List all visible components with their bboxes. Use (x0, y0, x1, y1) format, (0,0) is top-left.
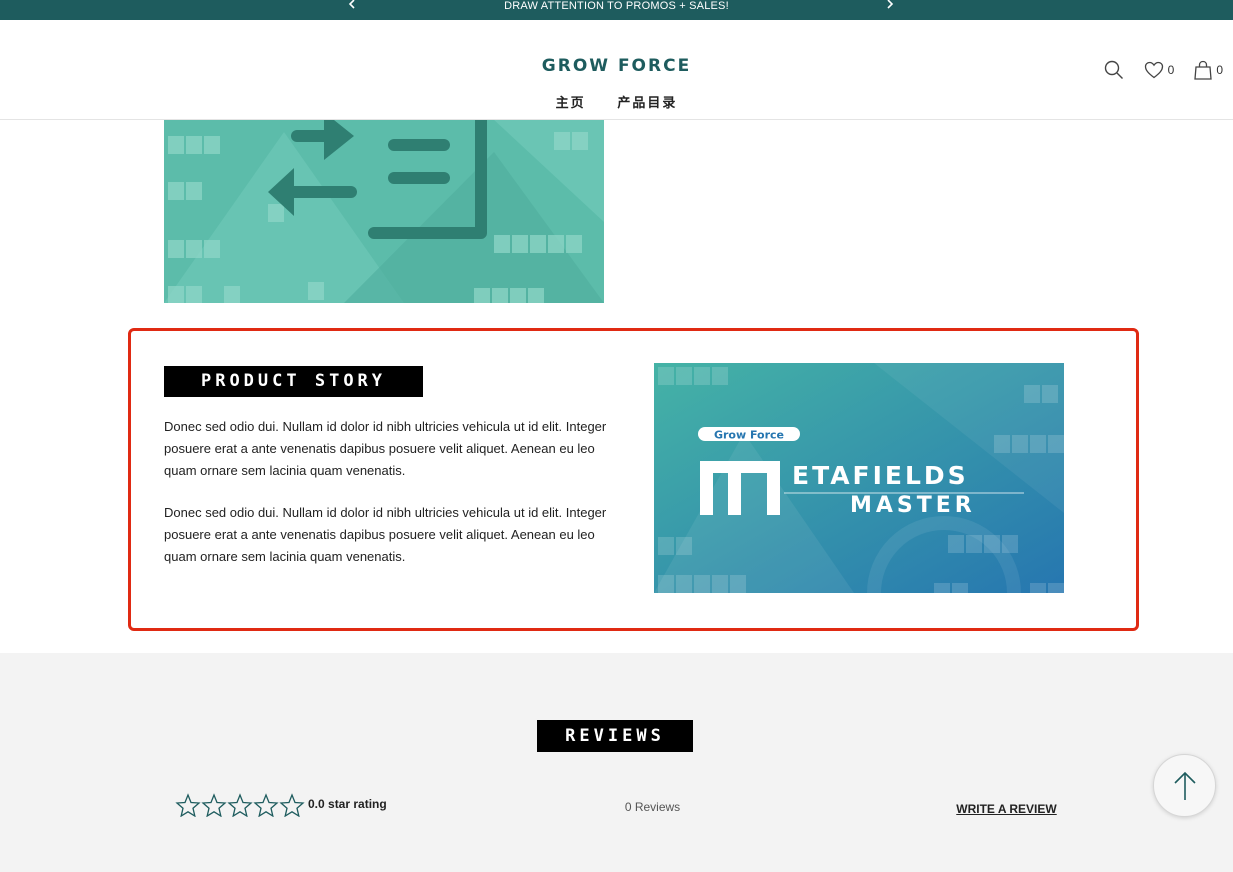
cart-count: 0 (1216, 63, 1223, 77)
product-story-heading: PRODUCT STORY (164, 366, 423, 397)
product-image-transfer (164, 92, 604, 303)
site-logo[interactable]: GROW FORCE (0, 56, 1233, 76)
site-header: GROW FORCE 主页 产品目录 0 0 (0, 20, 1233, 120)
star-empty-icon (227, 793, 253, 817)
search-button[interactable] (1104, 60, 1124, 80)
bag-icon (1194, 60, 1213, 80)
nav-item-home[interactable]: 主页 (556, 92, 586, 111)
review-count: 0 Reviews (624, 800, 681, 814)
promo-next-button[interactable] (885, 0, 895, 14)
banner-brand: Grow Force (714, 429, 784, 442)
story-paragraph: Donec sed odio dui. Nullam id dolor id n… (164, 419, 607, 478)
wishlist-count: 0 (1167, 63, 1175, 77)
arrow-up-icon (1173, 771, 1196, 800)
star-empty-icon (175, 793, 201, 817)
header-icons: 0 0 (1084, 60, 1223, 80)
main-nav: 主页 产品目录 (0, 92, 1233, 111)
reviews-heading: REVIEWS (537, 720, 693, 752)
banner-title-line2: MASTER (850, 493, 976, 518)
rating-text: 0.0 star rating (308, 797, 387, 811)
banner-title-line1: ETAFIELDS (792, 461, 969, 490)
write-review-link[interactable]: WRITE A REVIEW (930, 802, 1083, 816)
story-paragraph: Donec sed odio dui. Nullam id dolor id n… (164, 505, 607, 564)
nav-item-catalog[interactable]: 产品目录 (617, 92, 677, 111)
reviews-section (0, 653, 1233, 872)
star-empty-icon (279, 793, 305, 817)
star-empty-icon (201, 793, 227, 817)
wishlist-button[interactable]: 0 (1144, 61, 1175, 79)
heart-icon (1144, 61, 1163, 79)
star-rating (175, 793, 305, 817)
metafields-master-banner: Grow Force ETAFIELDS MASTER (654, 363, 1064, 593)
chevron-right-icon (887, 0, 894, 9)
promo-text: DRAW ATTENTION TO PROMOS + SALES! (504, 0, 729, 12)
back-to-top-button[interactable] (1153, 754, 1216, 817)
star-empty-icon (253, 793, 279, 817)
search-icon (1104, 60, 1123, 79)
promo-bar: DRAW ATTENTION TO PROMOS + SALES! (0, 0, 1233, 20)
cart-button[interactable]: 0 (1194, 60, 1223, 80)
